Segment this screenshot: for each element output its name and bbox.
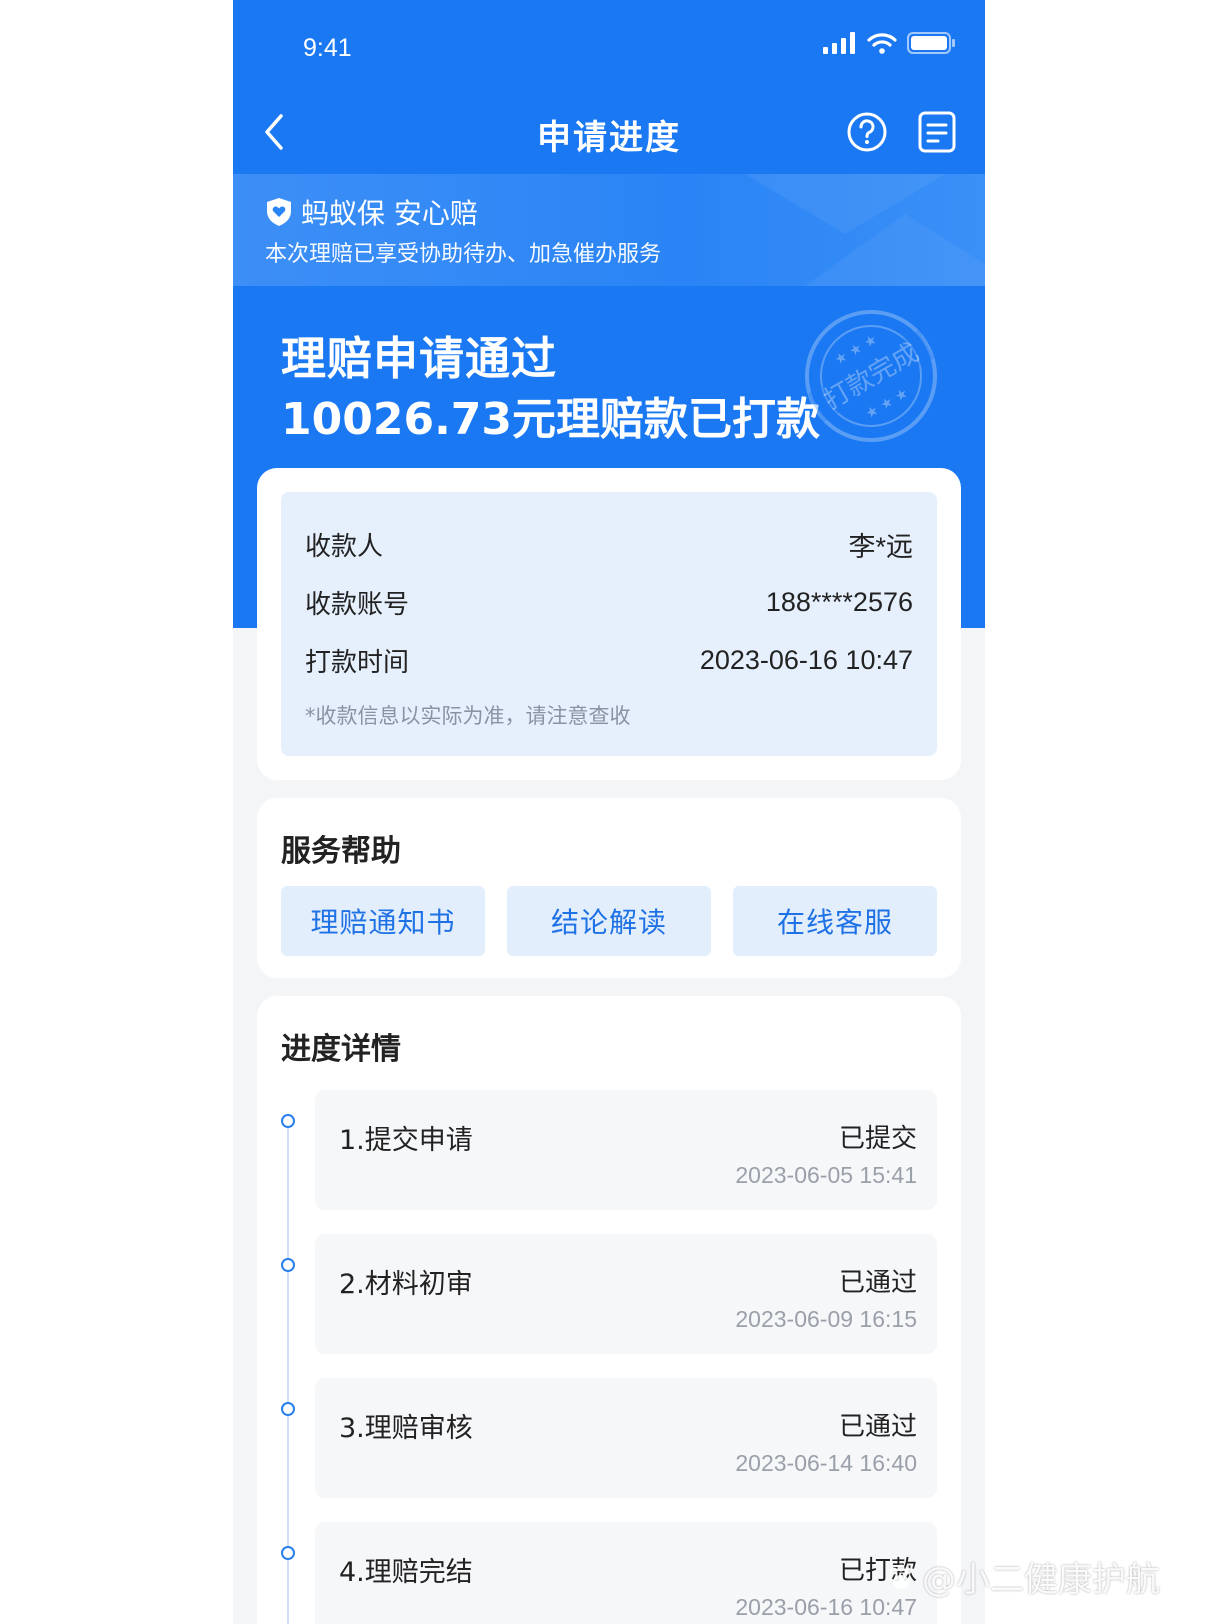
payment-note: *收款信息以实际为准，请注意查收 bbox=[305, 704, 631, 728]
step-name: 2.材料初审 bbox=[339, 1269, 473, 1300]
watermark-text: @小二健康护航 bbox=[922, 1560, 1160, 1600]
signal-icon bbox=[823, 32, 855, 54]
step-name: 4.理赔完结 bbox=[339, 1557, 473, 1588]
watermark: @小二健康护航 bbox=[886, 1552, 1160, 1601]
claim-notice-button[interactable]: 理赔通知书 bbox=[281, 886, 485, 956]
status-icons bbox=[823, 32, 955, 54]
battery-icon bbox=[907, 32, 955, 54]
online-service-button[interactable]: 在线客服 bbox=[733, 886, 937, 956]
payment-complete-stamp-icon: 打款完成 ★ ★ ★ ★ ★ ★ bbox=[805, 310, 937, 442]
conclusion-explain-button[interactable]: 结论解读 bbox=[507, 886, 711, 956]
payee-label: 收款人 bbox=[305, 531, 384, 562]
step-status: 已通过 bbox=[838, 1268, 917, 1298]
banner-brand: 蚂蚁保 安心赔 bbox=[265, 192, 478, 232]
wifi-icon bbox=[867, 33, 897, 54]
timeline-dot bbox=[281, 1402, 295, 1416]
claim-amount-text: 10026.73元理赔款已打款 bbox=[281, 394, 821, 445]
step-time: 2023-06-14 16:40 bbox=[735, 1450, 917, 1476]
step-time: 2023-06-05 15:41 bbox=[735, 1162, 917, 1188]
status-time: 9:41 bbox=[303, 34, 352, 62]
step-name: 1.提交申请 bbox=[339, 1125, 473, 1156]
status-bar: 9:41 bbox=[233, 0, 985, 100]
progress-step: 2.材料初审 已通过 2023-06-09 16:15 bbox=[315, 1234, 937, 1354]
timeline-dot bbox=[281, 1258, 295, 1272]
progress-step: 1.提交申请 已提交 2023-06-05 15:41 bbox=[315, 1090, 937, 1210]
banner-decoration bbox=[745, 174, 985, 286]
document-list-icon[interactable] bbox=[917, 110, 957, 154]
payment-info-card: 收款人 李*远 收款账号 188****2576 打款时间 2023-06-16… bbox=[257, 468, 961, 780]
progress-step: 4.理赔完结 已打款 2023-06-16 10:47 bbox=[315, 1522, 937, 1624]
paw-icon bbox=[890, 1564, 912, 1589]
pay-time-value: 2023-06-16 10:47 bbox=[699, 644, 913, 675]
banner-subtitle: 本次理赔已享受协助待办、加急催办服务 bbox=[265, 242, 662, 267]
timeline-dot bbox=[281, 1546, 295, 1560]
step-time: 2023-06-09 16:15 bbox=[735, 1306, 917, 1332]
step-status: 已提交 bbox=[838, 1124, 917, 1154]
question-circle-icon[interactable] bbox=[845, 110, 889, 154]
step-status: 已通过 bbox=[838, 1412, 917, 1442]
shield-heart-icon bbox=[267, 198, 291, 226]
service-help-title: 服务帮助 bbox=[281, 834, 401, 869]
timeline-dot bbox=[281, 1114, 295, 1128]
progress-detail-title: 进度详情 bbox=[281, 1032, 401, 1067]
payment-row-account: 收款账号 188****2576 bbox=[305, 584, 913, 620]
pay-time-label: 打款时间 bbox=[305, 647, 410, 678]
banner-brand-text: 蚂蚁保 安心赔 bbox=[301, 197, 478, 230]
payee-value: 李*远 bbox=[848, 531, 913, 562]
account-label: 收款账号 bbox=[305, 589, 410, 620]
claim-status-title: 理赔申请通过 bbox=[281, 332, 558, 385]
account-value: 188****2576 bbox=[765, 586, 913, 617]
service-help-card: 服务帮助 理赔通知书 结论解读 在线客服 bbox=[257, 798, 961, 978]
step-name: 3.理赔审核 bbox=[339, 1413, 473, 1444]
service-banner: 蚂蚁保 安心赔 本次理赔已享受协助待办、加急催办服务 bbox=[233, 174, 985, 286]
payment-info-panel: 收款人 李*远 收款账号 188****2576 打款时间 2023-06-16… bbox=[281, 492, 937, 756]
payment-row-payee: 收款人 李*远 bbox=[305, 526, 913, 562]
payment-row-time: 打款时间 2023-06-16 10:47 bbox=[305, 642, 913, 678]
phone-screen: 9:41 申请进度 蚂蚁保 安心赔 本次理赔已享受协助待办、加急催办服务 理赔申… bbox=[233, 0, 985, 1624]
progress-detail-card: 进度详情 1.提交申请 已提交 2023-06-05 15:41 2.材料初审 … bbox=[257, 996, 961, 1624]
progress-step: 3.理赔审核 已通过 2023-06-14 16:40 bbox=[315, 1378, 937, 1498]
nav-bar: 申请进度 bbox=[233, 100, 985, 164]
